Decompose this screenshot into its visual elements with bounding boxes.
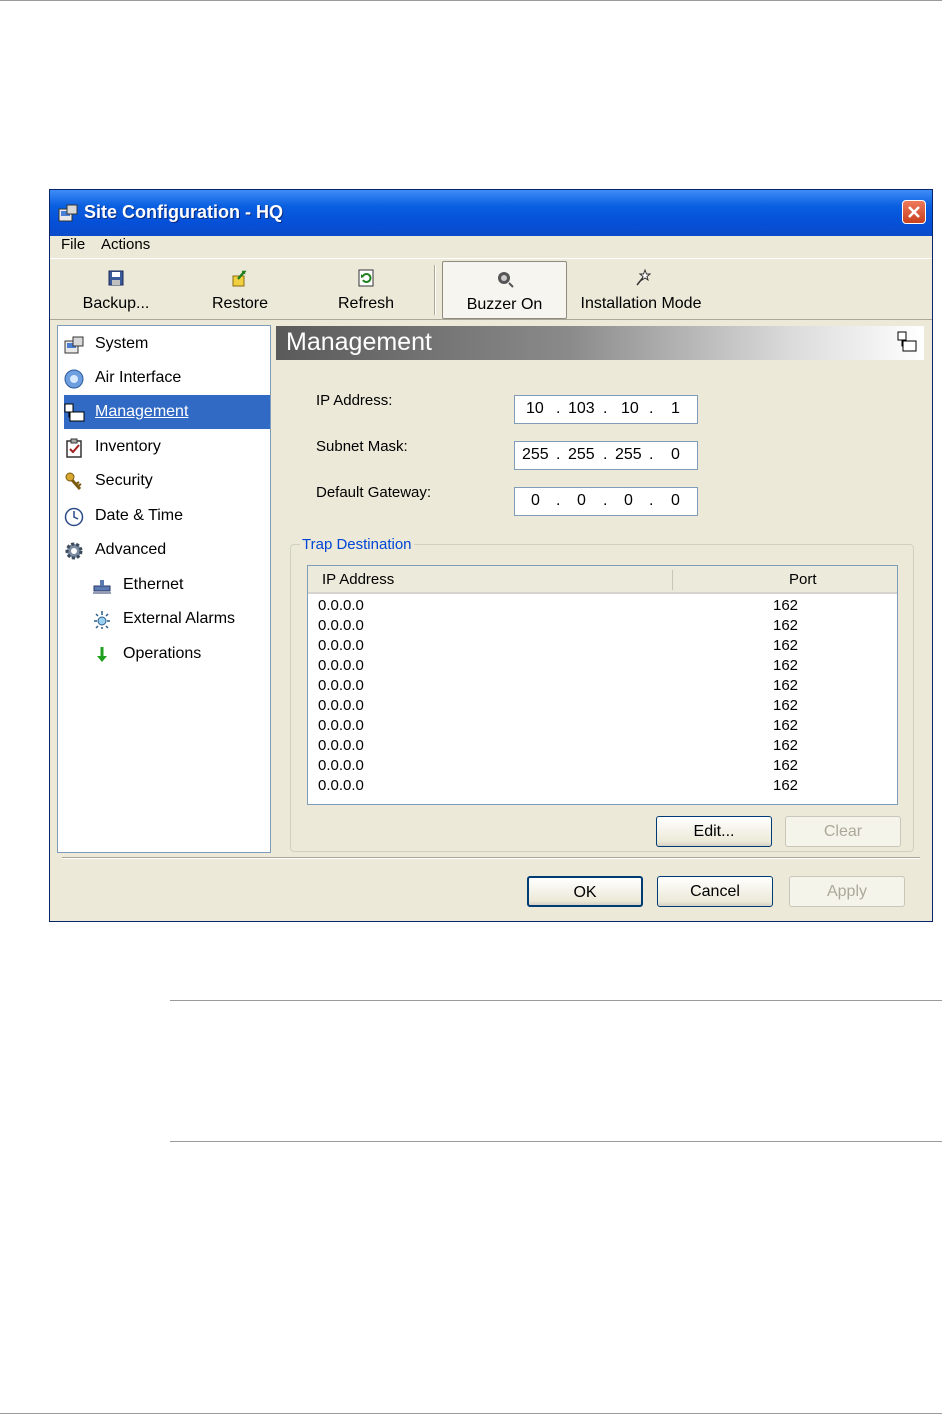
ip-address-label: IP Address: (316, 392, 393, 409)
nav-item-security[interactable]: Security (64, 464, 269, 498)
middle-rule-upper (170, 1000, 942, 1001)
restore-button[interactable]: Restore (200, 261, 280, 319)
management-panel: Management IP Address: 10 . 103 . 10 . 1… (276, 325, 926, 853)
close-icon (908, 206, 920, 218)
system-icon (58, 204, 78, 226)
buzzer-icon (443, 270, 566, 293)
site-configuration-window: Site Configuration - HQ File Actions Bac… (49, 189, 933, 922)
navigation-panel: System Air Interface Management Inventor… (57, 325, 271, 853)
backup-label: Backup... (82, 295, 150, 312)
restore-arrow-icon (200, 269, 280, 292)
default-gateway-label: Default Gateway: (316, 484, 432, 501)
table-row[interactable]: 0.0.0.0 162 (308, 737, 897, 757)
management-icon (896, 331, 918, 357)
table-row[interactable]: 0.0.0.0 162 (308, 637, 897, 657)
floppy-disk-icon (76, 269, 156, 292)
toolbar: Backup... Restore Refresh Buzzer On Inst… (50, 258, 932, 320)
nav-item-inventory[interactable]: Inventory (64, 430, 269, 464)
nav-label-security: Security (95, 472, 153, 489)
nav-label-inventory: Inventory (95, 438, 161, 455)
column-divider[interactable] (672, 570, 673, 590)
nav-item-system[interactable]: System (64, 327, 269, 361)
footer-separator (62, 857, 920, 859)
clock-icon (64, 507, 84, 527)
table-row[interactable]: 0.0.0.0 162 (308, 777, 897, 797)
nav-item-advanced[interactable]: Advanced (64, 533, 269, 567)
buzzer-on-label: Buzzer On (466, 296, 543, 313)
subnet-mask-field[interactable]: 255 . 255 . 255 . 0 (514, 441, 698, 470)
nav-label-air-interface: Air Interface (95, 369, 182, 386)
window-title: Site Configuration - HQ (84, 202, 283, 222)
table-row[interactable]: 0.0.0.0 162 (308, 757, 897, 777)
buzzer-on-button[interactable]: Buzzer On (442, 261, 567, 319)
installation-mode-label: Installation Mode (580, 295, 702, 312)
table-row[interactable]: 0.0.0.0 162 (308, 657, 897, 677)
title-bar[interactable]: Site Configuration - HQ (50, 190, 932, 236)
refresh-label: Refresh (337, 295, 395, 312)
system-icon (64, 335, 84, 355)
trap-destination-title: Trap Destination (300, 536, 414, 553)
installation-wand-icon (576, 268, 706, 292)
nav-item-air-interface[interactable]: Air Interface (64, 361, 269, 395)
table-row[interactable]: 0.0.0.0 162 (308, 677, 897, 697)
ethernet-icon (92, 576, 112, 596)
backup-button[interactable]: Backup... (76, 261, 156, 319)
panel-title: Management (286, 328, 432, 356)
middle-rule-lower (170, 1141, 942, 1142)
nav-label-system: System (95, 335, 149, 352)
management-icon (64, 403, 85, 423)
close-button[interactable] (902, 200, 926, 224)
default-gateway-field[interactable]: 0 . 0 . 0 . 0 (514, 487, 698, 516)
nav-label-external-alarms: External Alarms (123, 610, 236, 627)
ok-button[interactable]: OK (527, 876, 643, 907)
alarm-icon (92, 610, 112, 630)
inventory-clipboard-icon (64, 438, 84, 458)
security-keys-icon (64, 472, 84, 492)
apply-button[interactable]: Apply (789, 876, 905, 907)
nav-item-management[interactable]: Management (64, 395, 270, 429)
table-row[interactable]: 0.0.0.0 162 (308, 697, 897, 717)
nav-item-external-alarms[interactable]: External Alarms (92, 602, 269, 636)
edit-button[interactable]: Edit... (656, 816, 772, 847)
nav-item-date-time[interactable]: Date & Time (64, 499, 269, 533)
toolbar-separator (434, 265, 436, 315)
nav-label-advanced: Advanced (95, 541, 167, 558)
column-header-port[interactable]: Port (789, 571, 817, 588)
refresh-button[interactable]: Refresh (326, 261, 406, 319)
table-row[interactable]: 0.0.0.0 162 (308, 597, 897, 617)
gear-icon (64, 541, 84, 561)
ip-address-field[interactable]: 10 . 103 . 10 . 1 (514, 395, 698, 424)
cancel-button[interactable]: Cancel (657, 876, 773, 907)
list-header: IP Address Port (308, 566, 897, 594)
menu-actions[interactable]: Actions (101, 236, 150, 253)
bottom-rule (0, 1413, 942, 1414)
nav-label-management: Management (95, 403, 189, 420)
air-interface-icon (64, 369, 84, 389)
menu-file[interactable]: File (61, 236, 85, 253)
table-row[interactable]: 0.0.0.0 162 (308, 717, 897, 737)
panel-header: Management (276, 326, 924, 360)
nav-item-ethernet[interactable]: Ethernet (92, 568, 269, 602)
trap-destination-list[interactable]: IP Address Port 0.0.0.0 162 0.0.0.0 162 0.… (307, 565, 898, 805)
refresh-icon (326, 269, 406, 292)
installation-mode-button[interactable]: Installation Mode (576, 261, 706, 319)
nav-label-date-time: Date & Time (95, 507, 184, 524)
operations-arrow-icon (92, 645, 112, 665)
nav-item-operations[interactable]: Operations (92, 637, 269, 671)
column-header-ip-address[interactable]: IP Address (322, 571, 394, 588)
subnet-mask-label: Subnet Mask: (316, 438, 408, 455)
nav-label-ethernet: Ethernet (123, 576, 184, 593)
table-row[interactable]: 0.0.0.0 162 (308, 617, 897, 637)
top-rule (0, 0, 942, 1)
restore-label: Restore (211, 295, 269, 312)
menu-bar: File Actions (50, 236, 932, 258)
nav-label-operations: Operations (123, 645, 202, 662)
clear-button[interactable]: Clear (785, 816, 901, 847)
